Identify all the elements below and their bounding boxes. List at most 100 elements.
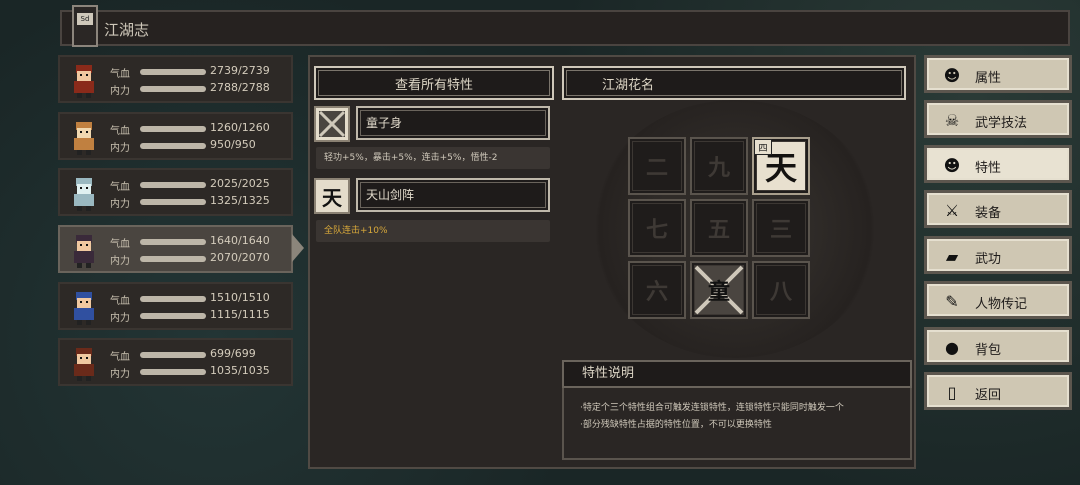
menu-item-label: 装备 [975, 206, 1002, 221]
mp-bar [140, 313, 206, 319]
trait-icon: ☻ [943, 155, 961, 175]
grid-char: 五 [707, 217, 730, 243]
menu-item-3[interactable]: ⚔ 装备 [924, 190, 1072, 228]
hp-bar [140, 296, 206, 302]
mp-bar [140, 143, 206, 149]
character-portrait [74, 122, 94, 155]
menu-item-2[interactable]: ☻ 特性 [924, 145, 1072, 183]
mp-bar [140, 369, 206, 375]
book-icon: ▰ [945, 246, 959, 266]
mp-value: 2788/2788 [210, 81, 270, 94]
hp-bar [140, 69, 206, 75]
hp-value: 699/699 [210, 347, 256, 360]
mp-value: 1035/1035 [210, 364, 270, 377]
trait-grid-cell[interactable]: 五 [690, 199, 748, 257]
trait-slot-2[interactable]: 天 天山剑阵 [314, 178, 552, 214]
character-portrait [74, 178, 94, 211]
trait-name: 童子身 [356, 106, 550, 140]
hp-value: 1640/1640 [210, 234, 270, 247]
trait-explain-line: ·特定个三个特性组合可触发连锁特性，连锁特性只能同时触发一个 [580, 403, 844, 413]
trait-grid-cell[interactable]: 六 [628, 261, 686, 319]
menu-item-label: 武学技法 [975, 116, 1028, 131]
character-portrait [74, 235, 94, 268]
mp-value: 1325/1325 [210, 194, 270, 207]
mp-bar [140, 256, 206, 262]
character-card[interactable]: 气血 699/699 内力 1035/1035 [58, 338, 293, 386]
trait-grid-cell[interactable]: 三 [752, 199, 810, 257]
menu-item-label: 武功 [975, 252, 1002, 267]
grid-char: 童 [708, 279, 730, 305]
jianghu-nickname-field[interactable]: 江湖花名 [562, 66, 906, 100]
menu-item-5[interactable]: ✎ 人物传记 [924, 281, 1072, 319]
character-card[interactable]: 气血 1640/1640 内力 2070/2070 [58, 225, 293, 273]
grid-char: 六 [645, 279, 668, 305]
grid-char: 三 [769, 217, 792, 243]
hp-label: 气血 [110, 239, 130, 250]
scroll-icon: ✎ [945, 291, 959, 311]
sword-icon: ⚔ [944, 200, 960, 220]
trait-explain-line: ·部分残缺特性占据的特性位置，不可以更换特性 [580, 420, 772, 430]
hp-bar [140, 239, 206, 245]
menu-item-label: 人物传记 [975, 297, 1028, 312]
trait-grid-cell[interactable]: 八 [752, 261, 810, 319]
trait-grid-cell[interactable]: 九 [690, 137, 748, 195]
trait-name: 天山剑阵 [356, 178, 550, 212]
mp-label: 内力 [110, 86, 130, 97]
hp-bar [140, 182, 206, 188]
menu-item-1[interactable]: ☠ 武学技法 [924, 100, 1072, 138]
tian-trait-icon: 天 [314, 178, 350, 214]
locked-chain-icon: 童 [694, 265, 744, 315]
book-label: Sd [77, 13, 93, 25]
hp-label: 气血 [110, 69, 130, 80]
trait-grid-cell[interactable]: 七 [628, 199, 686, 257]
grid-char: 二 [645, 155, 668, 181]
skull-icon: ☠ [944, 110, 960, 130]
menu-item-4[interactable]: ▰ 武功 [924, 236, 1072, 274]
menu-item-7[interactable]: ▯ 返回 [924, 372, 1072, 410]
mp-bar [140, 199, 206, 205]
menu-item-0[interactable]: ☻ 属性 [924, 55, 1072, 93]
hp-label: 气血 [110, 352, 130, 363]
character-portrait [74, 348, 94, 381]
mp-value: 950/950 [210, 138, 256, 151]
menu-item-6[interactable]: ● 背包 [924, 327, 1072, 365]
grid-char: 八 [769, 279, 792, 305]
hp-bar [140, 352, 206, 358]
mp-label: 内力 [110, 199, 130, 210]
bag-icon: ● [945, 337, 959, 357]
title-bar [60, 10, 1070, 46]
menu-item-label: 返回 [975, 388, 1002, 403]
mp-label: 内力 [110, 256, 130, 267]
mp-label: 内力 [110, 143, 130, 154]
character-card[interactable]: 气血 2025/2025 内力 1325/1325 [58, 168, 293, 216]
trait-grid-cell[interactable]: 童 [690, 261, 748, 319]
hp-value: 2739/2739 [210, 64, 270, 77]
hp-value: 2025/2025 [210, 177, 270, 190]
hp-label: 气血 [110, 126, 130, 137]
hp-value: 1510/1510 [210, 291, 270, 304]
chain-cross-icon [318, 110, 346, 138]
chain-trait-icon [314, 106, 350, 142]
grid-char: 九 [707, 155, 730, 181]
trait-grid-cell[interactable]: 天四 [752, 137, 810, 195]
hp-label: 气血 [110, 296, 130, 307]
cell-tag: 四 [754, 139, 772, 155]
character-card[interactable]: 气血 2739/2739 内力 2788/2788 [58, 55, 293, 103]
mp-value: 2070/2070 [210, 251, 270, 264]
view-all-traits-button[interactable]: 查看所有特性 [314, 66, 554, 100]
trait-desc: 轻功+5%，暴击+5%，连击+5%，悟性-2 [316, 147, 550, 169]
mp-bar [140, 86, 206, 92]
character-card[interactable]: 气血 1510/1510 内力 1115/1115 [58, 282, 293, 330]
character-card[interactable]: 气血 1260/1260 内力 950/950 [58, 112, 293, 160]
mp-value: 1115/1115 [210, 308, 270, 321]
active-pointer [292, 234, 304, 262]
mp-label: 内力 [110, 369, 130, 380]
hp-value: 1260/1260 [210, 121, 270, 134]
trait-grid-cell[interactable]: 二 [628, 137, 686, 195]
door-icon: ▯ [947, 382, 957, 402]
mp-label: 内力 [110, 313, 130, 324]
trait-slot-1[interactable]: 童子身 [314, 106, 552, 142]
grid-char: 七 [645, 217, 668, 243]
hp-label: 气血 [110, 182, 130, 193]
person-icon: ☻ [943, 65, 961, 85]
